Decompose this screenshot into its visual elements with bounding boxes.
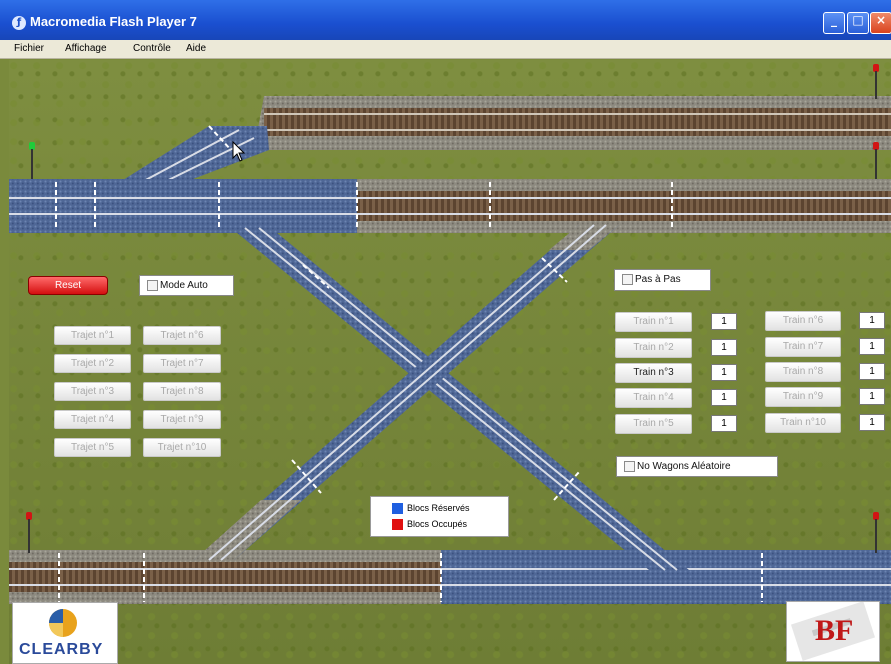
legend-reserved: Blocs Réservés (392, 503, 470, 515)
track-lower-main (9, 550, 891, 604)
menu-affichage[interactable]: Affichage (65, 43, 107, 54)
track-top-siding (254, 96, 891, 150)
train-8-wagons-field[interactable]: 1 (859, 363, 885, 380)
train-4-wagons-field[interactable]: 1 (711, 389, 737, 406)
maximize-button[interactable]: □ (847, 12, 869, 34)
train-9-button[interactable]: Train n°9 (765, 387, 841, 407)
trajet-1-button[interactable]: Trajet n°1 (54, 326, 131, 345)
trajet-2-button[interactable]: Trajet n°2 (54, 354, 131, 373)
train-2-button[interactable]: Train n°2 (615, 338, 692, 358)
menu-bar: Fichier Affichage Contrôle Aide (0, 40, 891, 59)
bf-logo-text: BF (815, 614, 854, 647)
train-10-button[interactable]: Train n°10 (765, 413, 841, 433)
pas-a-pas-checkbox[interactable]: Pas à Pas (614, 269, 711, 291)
legend-reserved-label: Blocs Réservés (407, 503, 470, 513)
trajet-7-button[interactable]: Trajet n°7 (143, 354, 221, 373)
pas-a-pas-label: Pas à Pas (635, 274, 681, 285)
title-bar: ƒ Macromedia Flash Player 7 _ □ × (0, 0, 891, 40)
menu-aide[interactable]: Aide (186, 43, 206, 54)
trajet-9-button[interactable]: Trajet n°9 (143, 410, 221, 429)
menu-fichier[interactable]: Fichier (14, 43, 44, 54)
clearby-logo-text: CLEARBY (19, 641, 104, 658)
track-upper-main (9, 179, 891, 233)
occupied-swatch (392, 519, 403, 531)
close-button[interactable]: × (870, 12, 891, 34)
train-5-wagons-field[interactable]: 1 (711, 415, 737, 432)
mode-auto-label: Mode Auto (160, 280, 208, 291)
no-wagons-label: No Wagons Aléatoire (637, 461, 731, 472)
flash-stage: Reset Mode Auto Pas à Pas No Wagons Aléa… (9, 60, 891, 664)
no-wagons-aleatoire-checkbox[interactable]: No Wagons Aléatoire (616, 456, 778, 477)
minimize-button[interactable]: _ (823, 12, 845, 34)
train-6-wagons-field[interactable]: 1 (859, 312, 885, 329)
train-7-wagons-field[interactable]: 1 (859, 338, 885, 355)
train-3-wagons-field[interactable]: 1 (711, 364, 737, 381)
mode-auto-checkbox[interactable]: Mode Auto (139, 275, 234, 296)
train-6-button[interactable]: Train n°6 (765, 311, 841, 331)
train-9-wagons-field[interactable]: 1 (859, 388, 885, 405)
menu-controle[interactable]: Contrôle (133, 43, 171, 54)
clearby-logo: CLEARBY (12, 602, 118, 664)
train-3-button[interactable]: Train n°3 (615, 363, 692, 383)
reserved-swatch (392, 503, 403, 515)
train-10-wagons-field[interactable]: 1 (859, 414, 885, 431)
pas-a-pas-box[interactable] (622, 273, 633, 285)
trajet-5-button[interactable]: Trajet n°5 (54, 438, 131, 457)
rail-network (9, 96, 891, 604)
window-title: Macromedia Flash Player 7 (30, 14, 197, 29)
train-1-wagons-field[interactable]: 1 (711, 313, 737, 330)
train-2-wagons-field[interactable]: 1 (711, 339, 737, 356)
flash-player-icon: ƒ (12, 16, 26, 30)
legend-occupied-label: Blocs Occupés (407, 519, 468, 529)
train-7-button[interactable]: Train n°7 (765, 337, 841, 357)
bf-logo: BF (786, 601, 880, 662)
trajet-6-button[interactable]: Trajet n°6 (143, 326, 221, 345)
train-5-button[interactable]: Train n°5 (615, 414, 692, 434)
blocks-legend: Blocs Réservés Blocs Occupés (370, 496, 509, 537)
trajet-4-button[interactable]: Trajet n°4 (54, 410, 131, 429)
trajet-10-button[interactable]: Trajet n°10 (143, 438, 221, 457)
legend-occupied: Blocs Occupés (392, 519, 468, 531)
trajet-8-button[interactable]: Trajet n°8 (143, 382, 221, 401)
train-8-button[interactable]: Train n°8 (765, 362, 841, 382)
train-4-button[interactable]: Train n°4 (615, 388, 692, 408)
no-wagons-box[interactable] (624, 460, 635, 472)
mode-auto-box[interactable] (147, 279, 158, 291)
train-1-button[interactable]: Train n°1 (615, 312, 692, 332)
reset-button[interactable]: Reset (28, 276, 108, 295)
trajet-3-button[interactable]: Trajet n°3 (54, 382, 131, 401)
